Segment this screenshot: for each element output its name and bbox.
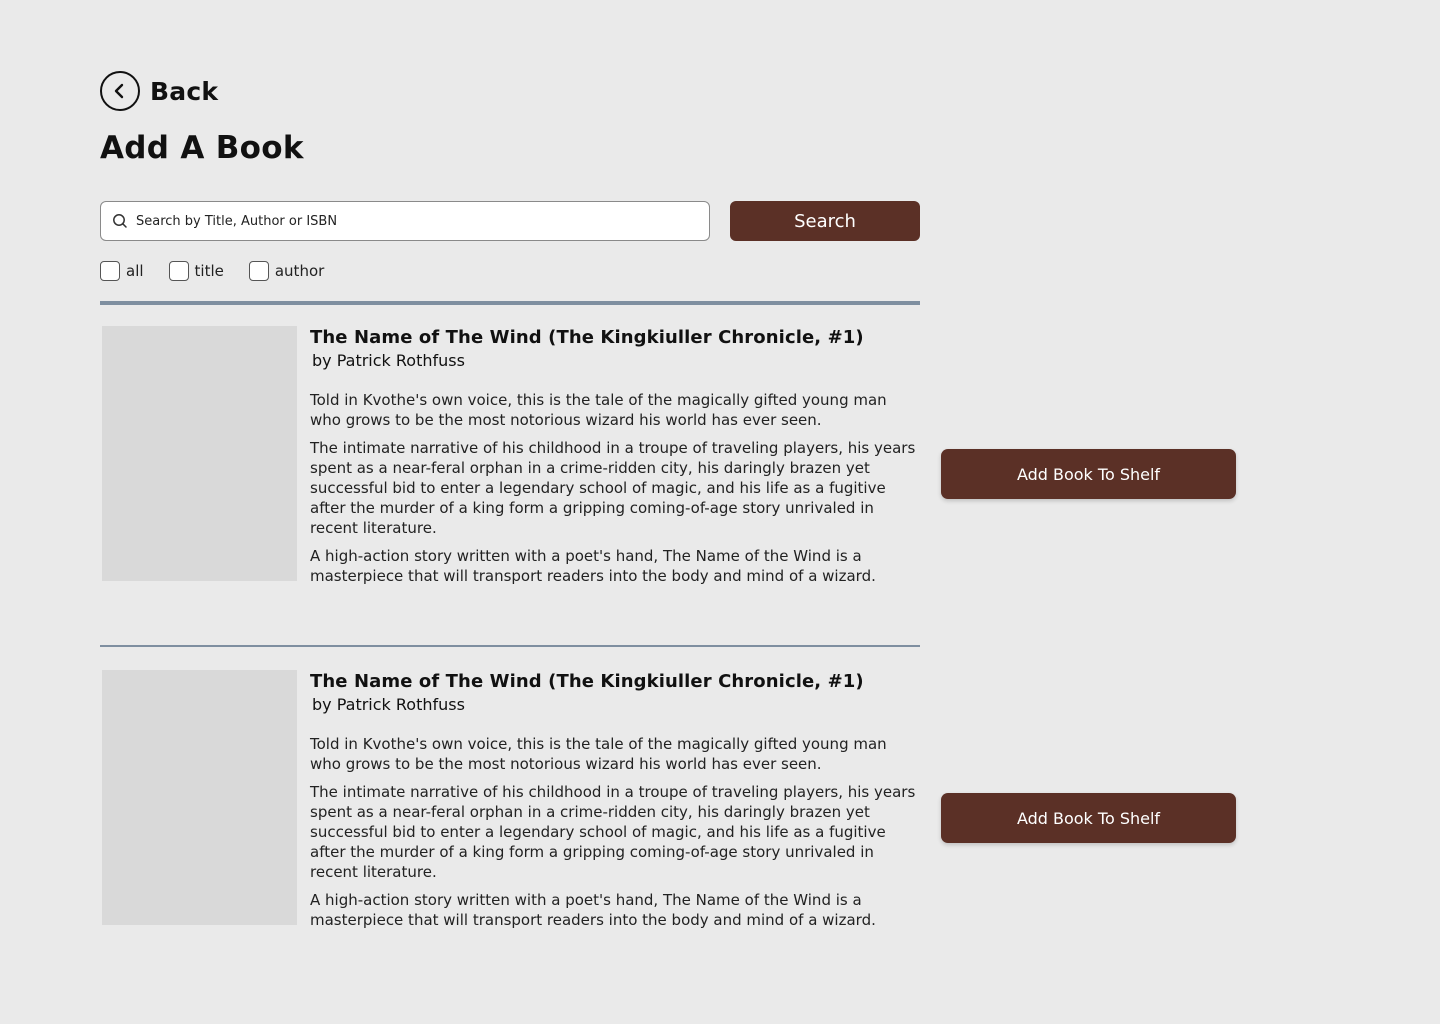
add-book-page: Back Add A Book Search all title author … [0, 0, 1440, 1024]
filter-author[interactable]: author [248, 261, 325, 281]
book-cover-placeholder [102, 326, 297, 581]
filter-title-label: title [194, 262, 224, 280]
book-description-paragraph: A high-action story written with a poet'… [310, 547, 876, 585]
search-input[interactable] [136, 213, 676, 229]
filter-author-checkbox[interactable] [248, 261, 269, 281]
book-description-paragraph: Told in Kvothe's own voice, this is the … [310, 391, 887, 429]
back-button[interactable]: Back [100, 71, 218, 111]
filter-author-label: author [274, 262, 325, 280]
book-description-paragraph: The intimate narrative of his childhood … [310, 783, 916, 881]
filter-all-label: all [126, 262, 144, 280]
book-description-paragraph: Told in Kvothe's own voice, this is the … [310, 735, 887, 773]
back-label: Back [150, 76, 219, 106]
search-icon [112, 213, 128, 229]
page-title: Add A Book [100, 130, 304, 166]
book-author: by Patrick Rothfuss [312, 351, 465, 370]
book-result: The Name of The Wind (The Kingkiuller Ch… [100, 670, 1240, 950]
search-field[interactable] [100, 201, 710, 241]
book-author: by Patrick Rothfuss [312, 695, 465, 714]
book-description: Told in Kvothe's own voice, this is the … [310, 390, 920, 594]
filter-title[interactable]: title [168, 261, 224, 281]
book-cover-placeholder [102, 670, 297, 925]
book-description-paragraph: The intimate narrative of his childhood … [310, 439, 916, 537]
add-book-to-shelf-button[interactable]: Add Book To Shelf [941, 449, 1236, 499]
search-button[interactable]: Search [730, 201, 920, 241]
book-title: The Name of The Wind (The Kingkiuller Ch… [310, 671, 864, 692]
book-description-paragraph: A high-action story written with a poet'… [310, 891, 876, 929]
book-result: The Name of The Wind (The Kingkiuller Ch… [100, 326, 1240, 606]
results-divider [100, 301, 920, 305]
book-description: Told in Kvothe's own voice, this is the … [310, 734, 922, 938]
search-filters: all title author [100, 261, 349, 281]
filter-all-checkbox[interactable] [100, 261, 120, 281]
add-book-to-shelf-button[interactable]: Add Book To Shelf [941, 793, 1236, 843]
filter-title-checkbox[interactable] [168, 261, 189, 281]
book-title: The Name of The Wind (The Kingkiuller Ch… [310, 327, 864, 348]
chevron-left-circle-icon [100, 71, 140, 111]
filter-all[interactable]: all [100, 261, 144, 281]
result-divider [100, 645, 920, 647]
